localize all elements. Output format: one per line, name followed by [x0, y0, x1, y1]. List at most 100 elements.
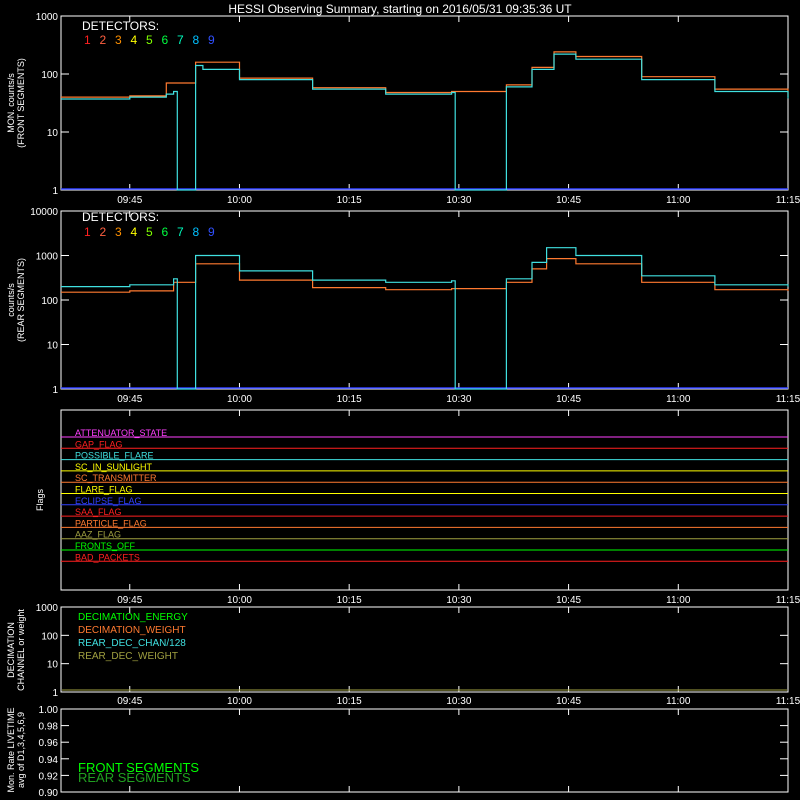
- decimation-ylabel-1: DECIMATION: [6, 622, 16, 678]
- decimation-legend-item: REAR_DEC_CHAN/128: [78, 638, 186, 649]
- decimation-panel: 09:45 10:00 10:15 10:30 10:45 11:00 11:15 1 10 10…: [6, 603, 800, 707]
- detector-number: 6: [162, 225, 169, 239]
- front-ytick-label: 1000: [36, 12, 59, 23]
- cyan-series-line: [61, 53, 789, 191]
- rear-ylabel-1: counts/s: [6, 283, 16, 317]
- detector-number: 2: [100, 33, 107, 47]
- flag-label: POSSIBLE_FLARE: [75, 451, 154, 461]
- detector-number: 4: [131, 33, 138, 47]
- front-ytick-label: 1: [52, 186, 58, 197]
- detector-number: 1: [84, 33, 91, 47]
- detector-number: 9: [208, 225, 215, 239]
- decimation-legend-item: DECIMATION_WEIGHT: [78, 625, 186, 636]
- flags-xtick-label: 11:15: [776, 595, 800, 606]
- detector-number: 5: [146, 33, 153, 47]
- livetime-ytick-label: 0.96: [39, 738, 59, 749]
- flags-xtick-label: 10:45: [556, 595, 581, 606]
- flags-ylabel: Flags: [35, 489, 45, 512]
- decimation-ytick-label: 10: [47, 660, 59, 671]
- decimation-ylabel-2: CHANNEL or weight: [16, 609, 26, 691]
- flags-xtick-label: 10:00: [227, 595, 252, 606]
- decimation-ytick-label: 1: [52, 688, 58, 699]
- flag-label: FRONTS_OFF: [75, 541, 136, 551]
- front-xtick-label: 10:15: [337, 195, 362, 206]
- front-panel-frame: [60, 15, 789, 191]
- front-xtick-label: 11:15: [776, 195, 800, 206]
- front-xtick-label: 10:45: [556, 195, 581, 206]
- front-detectors-label: DETECTORS:: [82, 19, 159, 33]
- flag-label: FLARE_FLAG: [75, 485, 133, 495]
- detector-number: 8: [193, 225, 200, 239]
- rear-xtick-label: 09:45: [117, 394, 142, 405]
- decimation-ytick-label: 1000: [36, 603, 59, 614]
- detector-number: 1: [84, 225, 91, 239]
- detector-number: 3: [115, 33, 122, 47]
- chart-title: HESSI Observing Summary, starting on 201…: [228, 2, 572, 16]
- flag-label: BAD_PACKETS: [75, 552, 140, 562]
- livetime-ylabel-1: Mon. Rate LIVETIME: [6, 707, 16, 792]
- decimation-xtick-label: 11:00: [666, 696, 691, 707]
- flag-label: ATTENUATOR_STATE: [75, 428, 167, 438]
- rear-ylabel-2: (REAR SEGMENTS): [16, 258, 26, 342]
- flag-label: ECLIPSE_FLAG: [75, 496, 142, 506]
- rear-xtick-label: 10:30: [446, 394, 471, 405]
- detector-number: 7: [177, 33, 184, 47]
- livetime-ytick-label: 0.90: [39, 788, 59, 799]
- livetime-ytick-label: 0.92: [39, 771, 59, 782]
- flags-panel: 09:45 10:00 10:15 10:30 10:45 11:00 11:15 ATTE…: [35, 409, 800, 606]
- detector-number: 8: [193, 33, 200, 47]
- rear-ytick-label: 10: [47, 341, 59, 352]
- decimation-xtick-label: 10:45: [556, 696, 581, 707]
- cyan-series-line: [61, 247, 789, 390]
- livetime-ytick-label: 1.00: [39, 705, 59, 716]
- flag-label: GAP_FLAG: [75, 439, 123, 449]
- front-ytick-label: 100: [41, 70, 58, 81]
- rear-ytick-label: 1000: [36, 252, 59, 263]
- rear-ytick-label: 1: [52, 385, 58, 396]
- rear-detectors-label: DETECTORS:: [82, 210, 159, 224]
- livetime-ylabel-2: avg of D1,3,4,5,6,9: [16, 712, 26, 788]
- rear-panel-frame: [60, 210, 789, 390]
- rear-xtick-label: 11:00: [666, 394, 691, 405]
- decimation-legend-item: REAR_DEC_WEIGHT: [78, 651, 178, 662]
- decimation-xtick-label: 09:45: [117, 696, 142, 707]
- livetime-legend-item: REAR SEGMENTS: [78, 770, 191, 785]
- detector-number: 9: [208, 33, 215, 47]
- flag-label: SAA_FLAG: [75, 507, 122, 517]
- front-panel: 09:45 10:00 10:15 10:30 10:45 11:00 11:15 1 10 10…: [6, 12, 800, 206]
- rear-ytick-label: 10000: [30, 207, 58, 218]
- front-xtick-label: 09:45: [117, 195, 142, 206]
- rear-xtick-label: 10:45: [556, 394, 581, 405]
- rear-xtick-label: 10:00: [227, 394, 252, 405]
- hessi-summary-chart: HESSI Observing Summary, starting on 201…: [6, 2, 800, 799]
- decimation-xtick-label: 10:30: [446, 696, 471, 707]
- decimation-xtick-label: 10:15: [337, 696, 362, 707]
- decimation-ytick-label: 100: [41, 631, 58, 642]
- livetime-panel: 0.900.920.940.960.981.00 FRONT SEGMENTSR…: [6, 705, 789, 799]
- flag-label: SC_IN_SUNLIGHT: [75, 462, 153, 472]
- detector-number: 3: [115, 225, 122, 239]
- orange-series-line: [61, 51, 789, 98]
- front-xtick-label: 10:00: [227, 195, 252, 206]
- flag-label: AAZ_FLAG: [75, 530, 121, 540]
- decimation-legend-item: DECIMATION_ENERGY: [78, 612, 188, 623]
- livetime-ytick-label: 0.94: [39, 755, 59, 766]
- flags-xtick-label: 10:15: [337, 595, 362, 606]
- rear-xtick-label: 10:15: [337, 394, 362, 405]
- front-xtick-label: 10:30: [446, 195, 471, 206]
- flags-xtick-label: 10:30: [446, 595, 471, 606]
- rear-ytick-label: 100: [41, 296, 58, 307]
- front-ylabel-2: (FRONT SEGMENTS): [16, 58, 26, 148]
- detector-number: 4: [131, 225, 138, 239]
- detector-number: 2: [100, 225, 107, 239]
- detector-number: 7: [177, 225, 184, 239]
- rear-xtick-label: 11:15: [776, 394, 800, 405]
- decimation-xtick-label: 10:00: [227, 696, 252, 707]
- detector-number: 5: [146, 225, 153, 239]
- flags-xtick-label: 09:45: [117, 595, 142, 606]
- livetime-ytick-label: 0.98: [39, 722, 59, 733]
- detector-number: 6: [162, 33, 169, 47]
- front-xtick-label: 11:00: [666, 195, 691, 206]
- flags-xtick-label: 11:00: [666, 595, 691, 606]
- rear-panel: 09:45 10:00 10:15 10:30 10:45 11:00 11:15 1 10 10…: [6, 207, 800, 405]
